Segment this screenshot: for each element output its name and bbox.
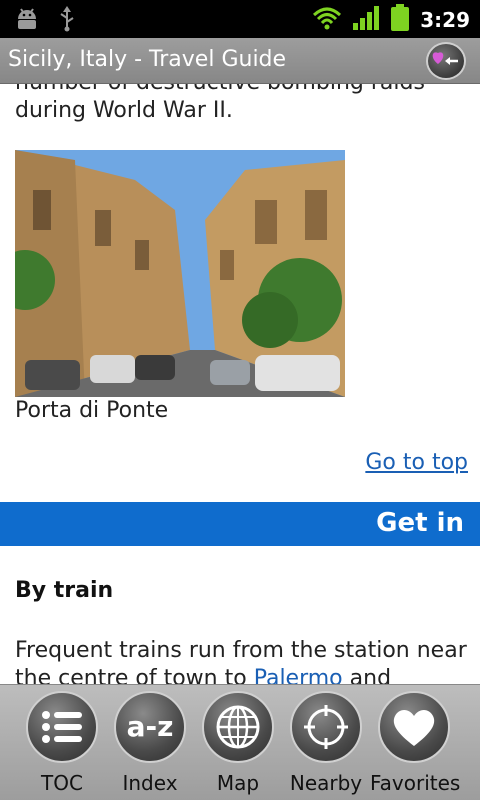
nearby-label: Nearby: [289, 771, 363, 795]
status-bar: 3:29: [0, 0, 480, 38]
body-text-prefix: the centre of town to: [15, 666, 254, 684]
body-text-line-2: the centre of town to Palermo and: [15, 664, 391, 684]
heart-icon: [378, 691, 450, 763]
globe-icon: [202, 691, 274, 763]
clock: 3:29: [420, 8, 470, 32]
section-title: Get in: [376, 508, 464, 538]
palermo-link[interactable]: Palermo: [254, 666, 343, 684]
favorites-button[interactable]: Favorites: [370, 691, 461, 799]
svg-text:a-z: a-z: [127, 710, 174, 743]
favorites-label: Favorites: [370, 771, 461, 795]
usb-icon: [58, 6, 76, 36]
map-label: Map: [216, 771, 260, 795]
map-button[interactable]: Map: [194, 691, 282, 799]
bottom-toolbar: TOC a-z Index Map Nearby Favorites: [0, 684, 480, 800]
subheading: By train: [15, 578, 114, 603]
title-bar: Sicily, Italy - Travel Guide: [0, 38, 480, 84]
a-z-icon: a-z: [114, 691, 186, 763]
app-title: Sicily, Italy - Travel Guide: [8, 47, 287, 72]
index-label: Index: [122, 771, 178, 795]
intro-text-line-2: during World War II.: [15, 98, 233, 123]
crosshair-icon: [290, 691, 362, 763]
porta-di-ponte-photo: [15, 150, 345, 397]
body-text-suffix: and: [342, 666, 392, 684]
body-text-line-1: Frequent trains run from the station nea…: [15, 638, 467, 663]
battery-icon: [390, 4, 410, 36]
toc-label: TOC: [41, 771, 83, 795]
go-to-top-link[interactable]: Go to top: [365, 450, 468, 475]
wifi-icon: [312, 6, 342, 34]
heart-back-icon: [432, 52, 458, 65]
article-content[interactable]: number of destructive bombing raids duri…: [0, 84, 480, 684]
signal-icon: [352, 5, 380, 35]
list-icon: [26, 691, 98, 763]
index-button[interactable]: a-z Index: [106, 691, 194, 799]
toc-button[interactable]: TOC: [18, 691, 106, 799]
image-caption: Porta di Ponte: [15, 398, 169, 423]
section-header-bar: Get in: [0, 502, 480, 546]
nearby-button[interactable]: Nearby: [282, 691, 370, 799]
favorite-back-button[interactable]: [426, 42, 466, 80]
android-debug-icon: [14, 7, 40, 35]
